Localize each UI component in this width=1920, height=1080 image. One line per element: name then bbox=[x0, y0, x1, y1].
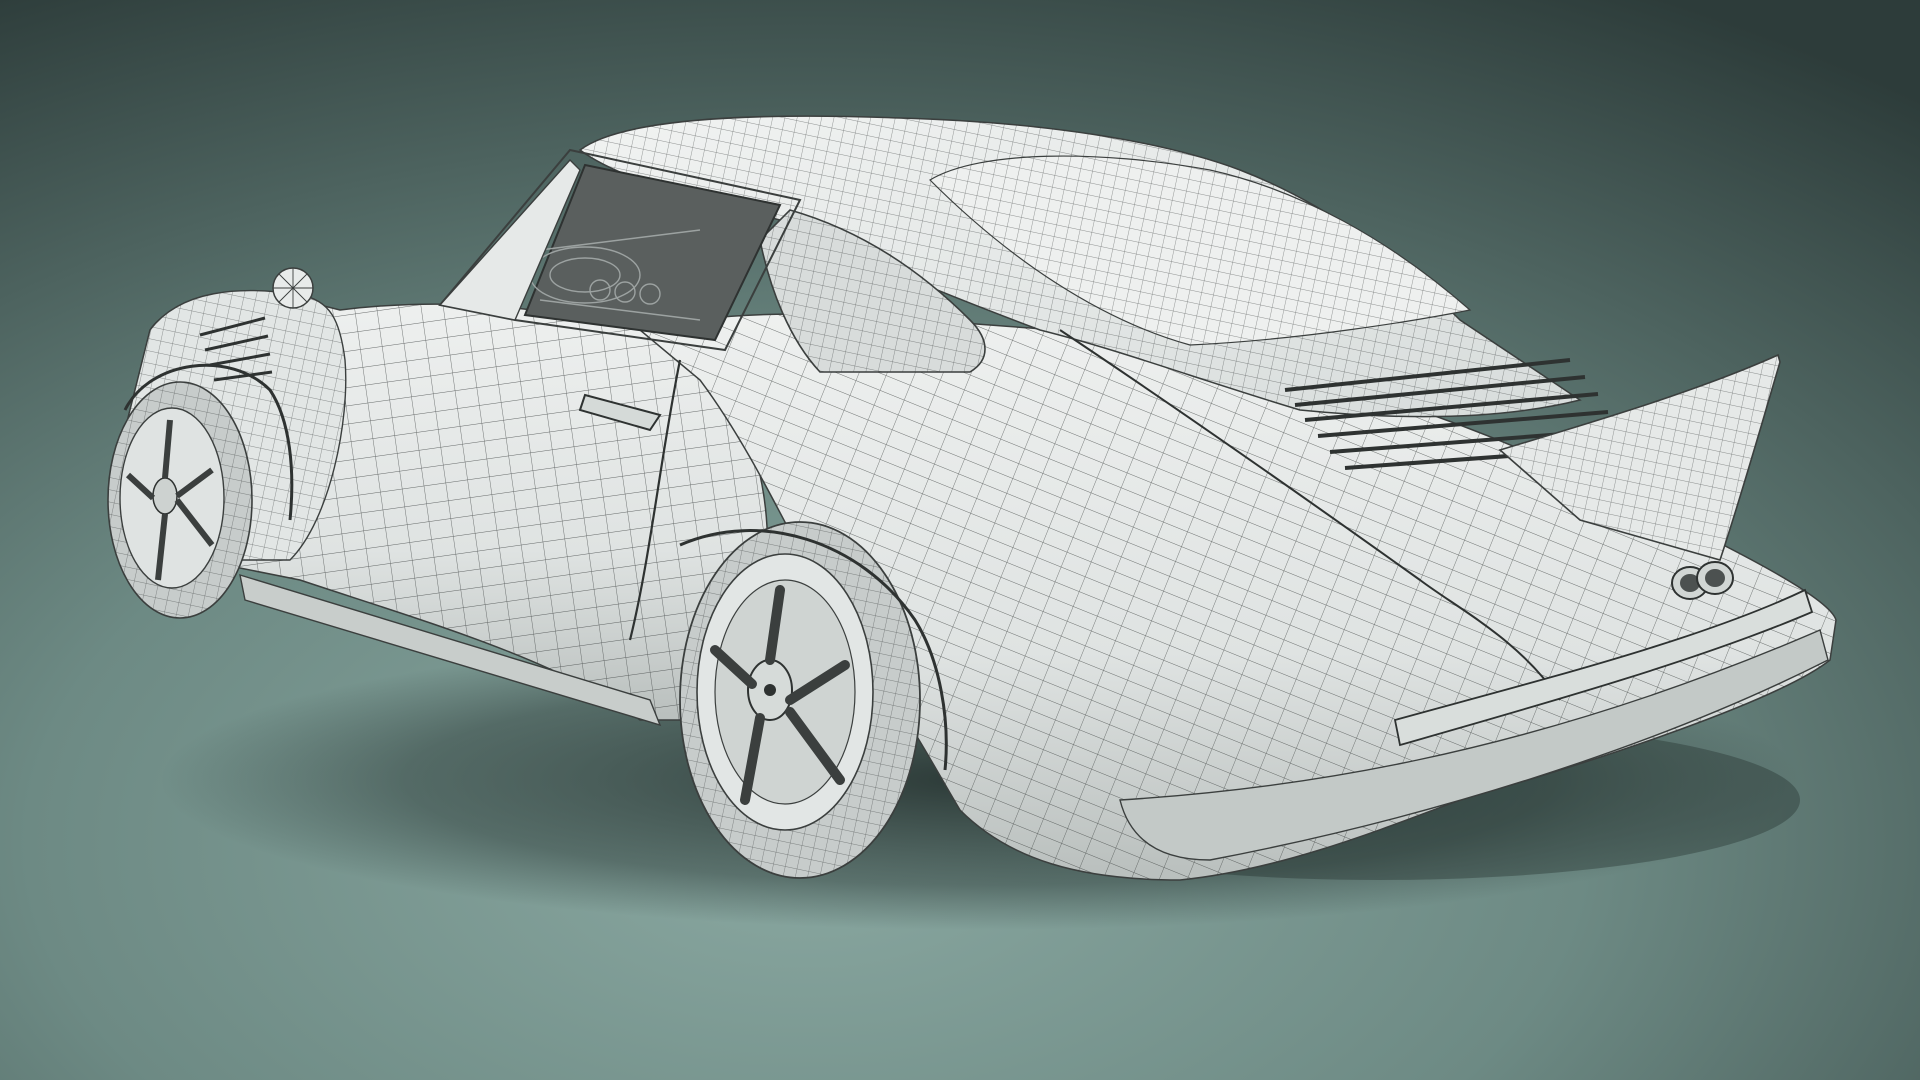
wheel-icon bbox=[679, 521, 921, 879]
mirror-icon bbox=[272, 267, 314, 309]
render-image bbox=[0, 0, 1920, 1080]
render-viewport bbox=[0, 0, 1920, 1080]
wheel-icon bbox=[107, 381, 253, 619]
